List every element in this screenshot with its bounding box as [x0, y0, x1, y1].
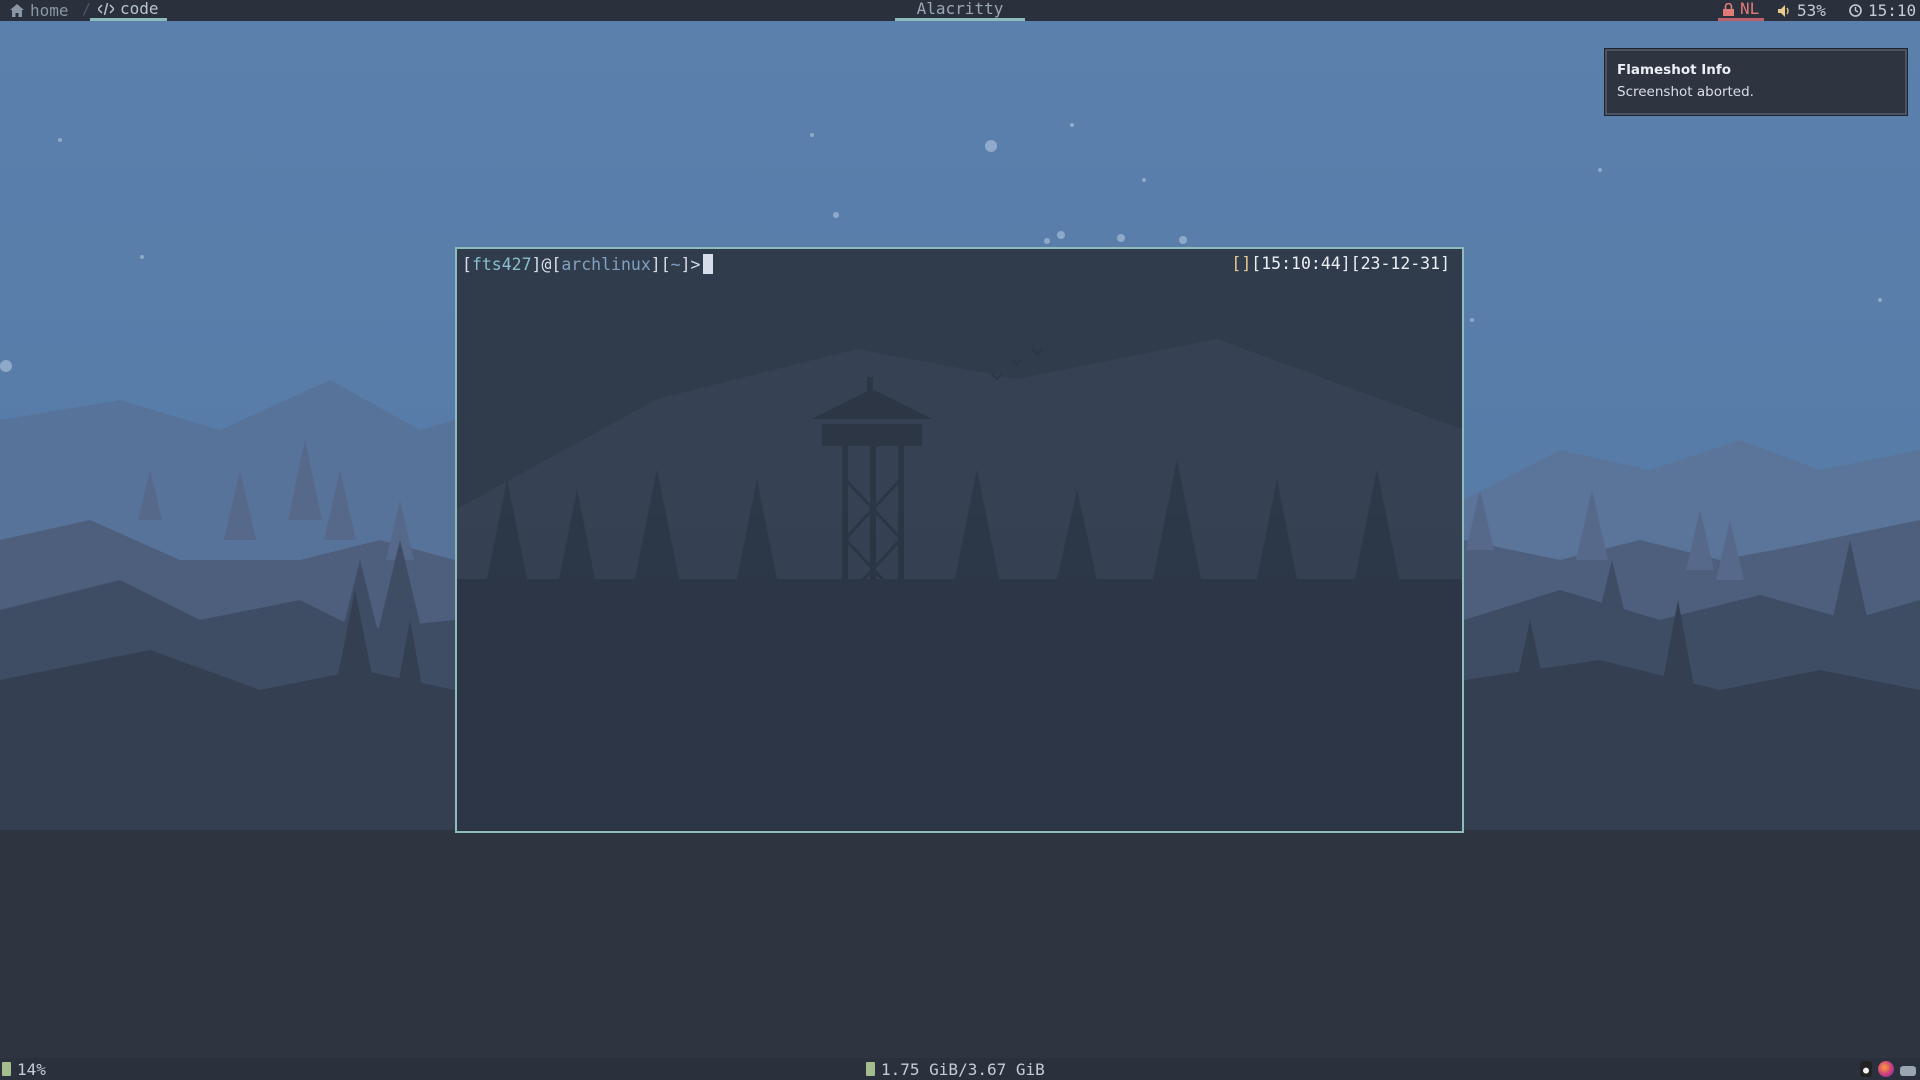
cpu-value: 14% — [17, 1059, 46, 1079]
network-icon[interactable] — [1900, 1066, 1916, 1076]
notification-title: Flameshot Info — [1617, 62, 1732, 78]
workspace-code[interactable]: code — [90, 0, 167, 21]
lock-icon — [1723, 2, 1734, 16]
shell-right-prompt: [][15:10:44][23-12-31] — [1231, 254, 1450, 273]
volume-value: 53% — [1797, 0, 1826, 20]
clock-time: 15:10 — [1868, 0, 1917, 20]
prompt-symbol: > — [690, 255, 701, 274]
tux-icon[interactable] — [1860, 1061, 1872, 1077]
firefox-icon[interactable] — [1878, 1061, 1894, 1077]
terminal-cursor[interactable] — [703, 254, 714, 274]
cpu-indicator[interactable]: 14% — [2, 1058, 46, 1080]
workspace-label: code — [120, 0, 159, 18]
clock[interactable]: 15:10 — [1849, 0, 1916, 21]
window-title[interactable]: Alacritty — [895, 0, 1025, 21]
clock-icon — [1849, 4, 1862, 17]
keyboard-layout-indicator[interactable]: NL — [1718, 0, 1765, 21]
system-tray — [1860, 1061, 1916, 1077]
volume-icon — [1778, 4, 1789, 17]
top-bar: home / code Alacritty NL 53% 15:10 — [0, 0, 1920, 21]
workspace-label: home — [30, 0, 69, 20]
prompt-host: archlinux — [561, 255, 651, 274]
memory-indicator[interactable]: 1.75 GiB/3.67 GiB — [866, 1058, 1045, 1080]
code-icon — [98, 3, 114, 15]
notification-body: Screenshot aborted. — [1617, 84, 1754, 100]
prompt-time: 15:10:44 — [1261, 254, 1341, 273]
bottom-bar: 14% 1.75 GiB/3.67 GiB — [0, 1058, 1920, 1080]
prompt-user: fts427 — [471, 255, 532, 274]
terminal-background-art — [457, 339, 1462, 831]
volume-indicator[interactable]: 53% — [1778, 0, 1826, 21]
memory-icon — [866, 1062, 875, 1076]
prompt-date: 23-12-31 — [1360, 254, 1441, 273]
workspace-home[interactable]: home — [10, 0, 69, 21]
prompt-cwd: ~ — [670, 255, 681, 274]
cpu-icon — [2, 1062, 11, 1076]
shell-prompt: [fts427]@[archlinux][~]> — [462, 254, 714, 275]
memory-value: 1.75 GiB/3.67 GiB — [881, 1059, 1045, 1079]
home-icon — [10, 4, 24, 17]
terminal-window[interactable]: [fts427]@[archlinux][~]> [][15:10:44][23… — [455, 247, 1464, 833]
notification-popup[interactable]: Flameshot Info Screenshot aborted. — [1604, 48, 1908, 116]
keyboard-layout-label: NL — [1740, 0, 1760, 18]
